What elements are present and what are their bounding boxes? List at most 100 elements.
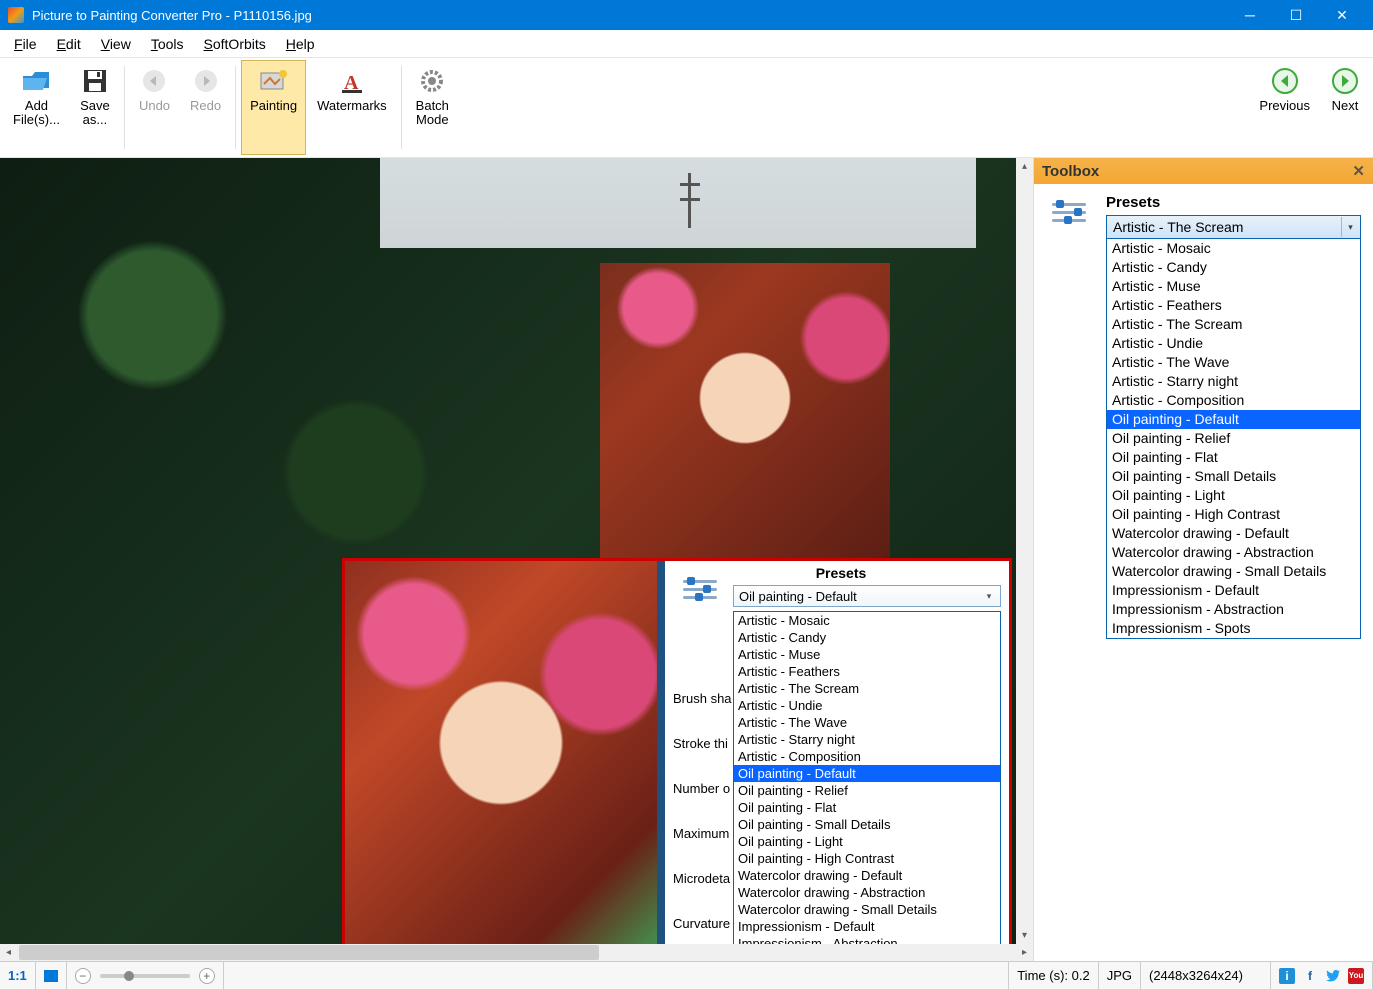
- zoom-knob[interactable]: [124, 971, 134, 981]
- watermarks-button[interactable]: A Watermarks: [308, 60, 396, 155]
- canvas-area: Presets Oil painting - Default ▾ Brush s…: [0, 158, 1033, 961]
- preset-combo-value: Artistic - The Scream: [1113, 219, 1243, 235]
- preset-option[interactable]: Oil painting - Default: [1107, 410, 1360, 429]
- overlay-preset-option[interactable]: Artistic - Composition: [734, 748, 1000, 765]
- preset-option[interactable]: Artistic - Muse: [1107, 277, 1360, 296]
- preset-option[interactable]: Impressionism - Spots: [1107, 619, 1360, 638]
- scroll-thumb[interactable]: [19, 945, 599, 960]
- overlay-combo-value: Oil painting - Default: [739, 589, 857, 604]
- overlay-preset-option[interactable]: Oil painting - Relief: [734, 782, 1000, 799]
- preset-option[interactable]: Artistic - Candy: [1107, 258, 1360, 277]
- overlay-preset-option[interactable]: Watercolor drawing - Default: [734, 867, 1000, 884]
- image-viewport[interactable]: Presets Oil painting - Default ▾ Brush s…: [0, 158, 1016, 944]
- preset-option[interactable]: Watercolor drawing - Abstraction: [1107, 543, 1360, 562]
- toolbox-close-button[interactable]: ✕: [1352, 162, 1365, 180]
- undo-button[interactable]: Undo: [130, 60, 179, 155]
- preset-option[interactable]: Artistic - Starry night: [1107, 372, 1360, 391]
- scroll-down-icon[interactable]: ▾: [1016, 927, 1033, 944]
- facebook-icon[interactable]: f: [1302, 968, 1318, 984]
- overlay-preset-option[interactable]: Artistic - Undie: [734, 697, 1000, 714]
- sliders-icon: [683, 575, 717, 601]
- overlay-preset-option[interactable]: Artistic - The Scream: [734, 680, 1000, 697]
- folder-open-icon: [22, 67, 50, 95]
- preset-option[interactable]: Oil painting - Flat: [1107, 448, 1360, 467]
- preset-option[interactable]: Artistic - The Wave: [1107, 353, 1360, 372]
- preset-option[interactable]: Watercolor drawing - Small Details: [1107, 562, 1360, 581]
- maximize-button[interactable]: ☐: [1273, 0, 1319, 30]
- overlay-preset-option[interactable]: Oil painting - High Contrast: [734, 850, 1000, 867]
- overlay-preset-option[interactable]: Impressionism - Default: [734, 918, 1000, 935]
- overlay-preset-option[interactable]: Artistic - Starry night: [734, 731, 1000, 748]
- overlay-preset-option[interactable]: Artistic - Mosaic: [734, 612, 1000, 629]
- scroll-left-icon[interactable]: ◂: [0, 944, 17, 961]
- overlay-param-label: Microdeta: [673, 871, 732, 886]
- menu-file[interactable]: File: [6, 33, 45, 55]
- overlay-preset-option[interactable]: Artistic - Candy: [734, 629, 1000, 646]
- svg-text:A: A: [344, 72, 359, 93]
- overlay-preset-option[interactable]: Artistic - Feathers: [734, 663, 1000, 680]
- overlay-preset-option[interactable]: Oil painting - Small Details: [734, 816, 1000, 833]
- overlay-preset-combo[interactable]: Oil painting - Default ▾: [733, 585, 1001, 607]
- zoom-1to1-button[interactable]: 1:1: [0, 962, 36, 989]
- sliders-icon: [1052, 198, 1086, 224]
- overlay-preset-option[interactable]: Watercolor drawing - Abstraction: [734, 884, 1000, 901]
- add-files-button[interactable]: AddFile(s)...: [4, 60, 69, 155]
- redo-icon: [192, 67, 220, 95]
- toolbar: AddFile(s)... Saveas... Undo Redo Painti…: [0, 58, 1373, 158]
- overlay-preset-option[interactable]: Impressionism - Abstraction: [734, 935, 1000, 944]
- save-as-button[interactable]: Saveas...: [71, 60, 119, 155]
- overlay-preset-option[interactable]: Oil painting - Default: [734, 765, 1000, 782]
- preset-option[interactable]: Oil painting - Relief: [1107, 429, 1360, 448]
- undo-icon: [140, 67, 168, 95]
- preset-option[interactable]: Artistic - Feathers: [1107, 296, 1360, 315]
- preset-option[interactable]: Artistic - The Scream: [1107, 315, 1360, 334]
- overlay-preset-list[interactable]: Artistic - MosaicArtistic - CandyArtisti…: [733, 611, 1001, 944]
- overlay-preset-option[interactable]: Artistic - Muse: [734, 646, 1000, 663]
- menu-view[interactable]: View: [93, 33, 139, 55]
- horizontal-scrollbar[interactable]: ◂ ▸: [0, 944, 1033, 961]
- preset-option[interactable]: Oil painting - Light: [1107, 486, 1360, 505]
- menu-help[interactable]: Help: [278, 33, 323, 55]
- overlay-preset-option[interactable]: Oil painting - Light: [734, 833, 1000, 850]
- overlay-preset-option[interactable]: Oil painting - Flat: [734, 799, 1000, 816]
- redo-label: Redo: [190, 99, 221, 113]
- preset-option[interactable]: Impressionism - Default: [1107, 581, 1360, 600]
- twitter-icon[interactable]: [1325, 968, 1341, 984]
- zoom-in-button[interactable]: +: [199, 968, 215, 984]
- fit-screen-button[interactable]: [36, 962, 67, 989]
- menu-tools[interactable]: Tools: [143, 33, 192, 55]
- preset-option[interactable]: Artistic - Composition: [1107, 391, 1360, 410]
- next-label: Next: [1332, 99, 1359, 113]
- preset-option[interactable]: Oil painting - Small Details: [1107, 467, 1360, 486]
- overlay-param-label: Number o: [673, 781, 732, 796]
- minimize-button[interactable]: ─: [1227, 0, 1273, 30]
- zoom-slider[interactable]: [100, 974, 190, 978]
- preset-option[interactable]: Watercolor drawing - Default: [1107, 524, 1360, 543]
- vertical-scrollbar[interactable]: ▴ ▾: [1016, 158, 1033, 944]
- preset-dropdown-list[interactable]: Artistic - MosaicArtistic - CandyArtisti…: [1106, 239, 1361, 639]
- menu-softorbits[interactable]: SoftOrbits: [196, 33, 274, 55]
- close-button[interactable]: ✕: [1319, 0, 1365, 30]
- previous-button[interactable]: Previous: [1250, 60, 1319, 155]
- next-button[interactable]: Next: [1321, 60, 1369, 155]
- zoom-out-button[interactable]: −: [75, 968, 91, 984]
- painting-button[interactable]: Painting: [241, 60, 306, 155]
- previous-label: Previous: [1259, 99, 1310, 113]
- redo-button[interactable]: Redo: [181, 60, 230, 155]
- preset-option[interactable]: Artistic - Undie: [1107, 334, 1360, 353]
- undo-label: Undo: [139, 99, 170, 113]
- preset-option[interactable]: Artistic - Mosaic: [1107, 239, 1360, 258]
- batch-mode-button[interactable]: BatchMode: [407, 60, 458, 155]
- titlebar: Picture to Painting Converter Pro - P111…: [0, 0, 1373, 30]
- menu-edit[interactable]: Edit: [49, 33, 89, 55]
- watermarks-icon: A: [338, 67, 366, 95]
- info-icon[interactable]: i: [1279, 968, 1295, 984]
- youtube-icon[interactable]: You: [1348, 968, 1364, 984]
- overlay-preset-option[interactable]: Artistic - The Wave: [734, 714, 1000, 731]
- preset-option[interactable]: Impressionism - Abstraction: [1107, 600, 1360, 619]
- preset-option[interactable]: Oil painting - High Contrast: [1107, 505, 1360, 524]
- preset-combo[interactable]: Artistic - The Scream ▾: [1106, 215, 1361, 239]
- scroll-up-icon[interactable]: ▴: [1016, 158, 1033, 175]
- scroll-right-icon[interactable]: ▸: [1016, 944, 1033, 961]
- overlay-preset-option[interactable]: Watercolor drawing - Small Details: [734, 901, 1000, 918]
